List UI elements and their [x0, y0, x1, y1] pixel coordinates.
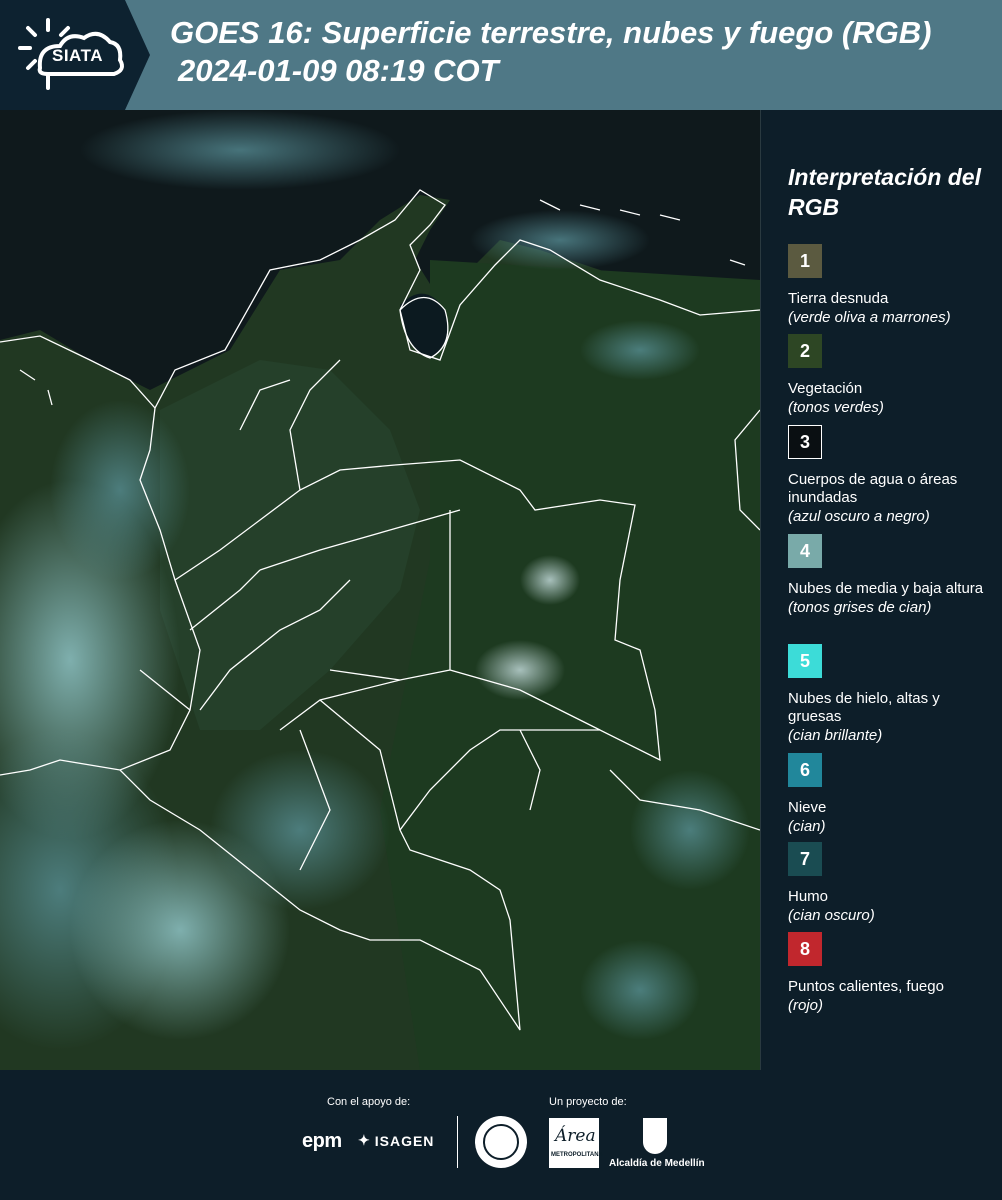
- legend-label: Nubes de media y baja altura: [788, 580, 984, 597]
- legend-note: (azul oscuro a negro): [788, 508, 930, 525]
- legend-swatch: 8: [788, 932, 822, 966]
- siata-logo: SIATA: [0, 0, 150, 110]
- legend-item-water: 3 Cuerpos de agua o áreas inundadas (azu…: [788, 425, 998, 526]
- legend-label: Cuerpos de agua o áreas inundadas: [788, 471, 958, 506]
- satellite-image: [0, 110, 760, 1070]
- legend-note: (cian oscuro): [788, 907, 875, 924]
- legend-swatch: 3: [788, 425, 822, 459]
- legend-swatch: 1: [788, 244, 822, 278]
- rgb-legend: Interpretación del RGB 1 Tierra desnuda …: [761, 110, 1002, 1070]
- legend-swatch: 2: [788, 334, 822, 368]
- legend-swatch: 5: [788, 644, 822, 678]
- university-seal-logo: [475, 1116, 527, 1168]
- satellite-map: [0, 110, 761, 1070]
- legend-swatch: 4: [788, 534, 822, 568]
- legend-note: (cian brillante): [788, 727, 883, 744]
- isagen-icon: ✦: [358, 1132, 371, 1148]
- legend-label: Humo: [788, 888, 829, 905]
- area-logo-subtitle: METROPOLITANA: [551, 1152, 603, 1158]
- legend-item-vegetation: 2 Vegetación (tonos verdes): [788, 334, 998, 417]
- legend-label: Puntos calientes, fuego: [788, 978, 944, 995]
- page-title: GOES 16: Superficie terrestre, nubes y f…: [170, 14, 931, 90]
- legend-item-snow: 6 Nieve (cian): [788, 753, 998, 836]
- isagen-logo: ✦ ISAGEN: [358, 1132, 434, 1149]
- title-product: GOES 16: Superficie terrestre, nubes y f…: [170, 15, 932, 50]
- legend-swatch: 7: [788, 842, 822, 876]
- legend-title: Interpretación del RGB: [788, 164, 981, 220]
- project-label: Un proyecto de:: [549, 1096, 627, 1108]
- support-label: Con el apoyo de:: [327, 1096, 411, 1108]
- area-logo-signature: Área: [555, 1126, 596, 1146]
- legend-note: (rojo): [788, 997, 824, 1014]
- legend-label: Nubes de hielo, altas y gruesas: [788, 690, 940, 725]
- legend-note: (cian): [788, 818, 826, 835]
- legend-label: Nieve: [788, 799, 827, 816]
- legend-label: Vegetación: [788, 380, 863, 397]
- alcaldia-logo-text: Alcaldía de Medellín: [609, 1158, 705, 1169]
- alcaldia-shield-icon: [643, 1118, 667, 1154]
- footer-divider: [457, 1116, 458, 1168]
- legend-label: Tierra desnuda: [788, 290, 889, 307]
- legend-note: (verde oliva a marrones): [788, 309, 951, 326]
- area-metropolitana-logo: Área METROPOLITANA: [549, 1118, 603, 1168]
- legend-note: (tonos verdes): [788, 399, 884, 416]
- title-timestamp: 2024-01-09 08:19 COT: [178, 53, 499, 88]
- epm-logo: epm: [302, 1130, 342, 1152]
- footer: Con el apoyo de: Un proyecto de: epm ✦ I…: [0, 1070, 1002, 1200]
- legend-item-fire: 8 Puntos calientes, fuego (rojo): [788, 932, 998, 1015]
- siata-logo-text: SIATA: [52, 46, 103, 65]
- legend-note: (tonos grises de cian): [788, 599, 932, 616]
- legend-item-mid-low-clouds: 4 Nubes de media y baja altura (tonos gr…: [788, 534, 998, 617]
- legend-item-bare-soil: 1 Tierra desnuda (verde oliva a marrones…: [788, 244, 998, 327]
- legend-item-smoke: 7 Humo (cian oscuro): [788, 842, 998, 925]
- legend-item-ice-clouds: 5 Nubes de hielo, altas y gruesas (cian …: [788, 644, 998, 745]
- header-bar: SIATA GOES 16: Superficie terrestre, nub…: [0, 0, 1002, 110]
- legend-swatch: 6: [788, 753, 822, 787]
- isagen-logo-text: ISAGEN: [374, 1132, 435, 1149]
- seal-ring: [483, 1124, 519, 1160]
